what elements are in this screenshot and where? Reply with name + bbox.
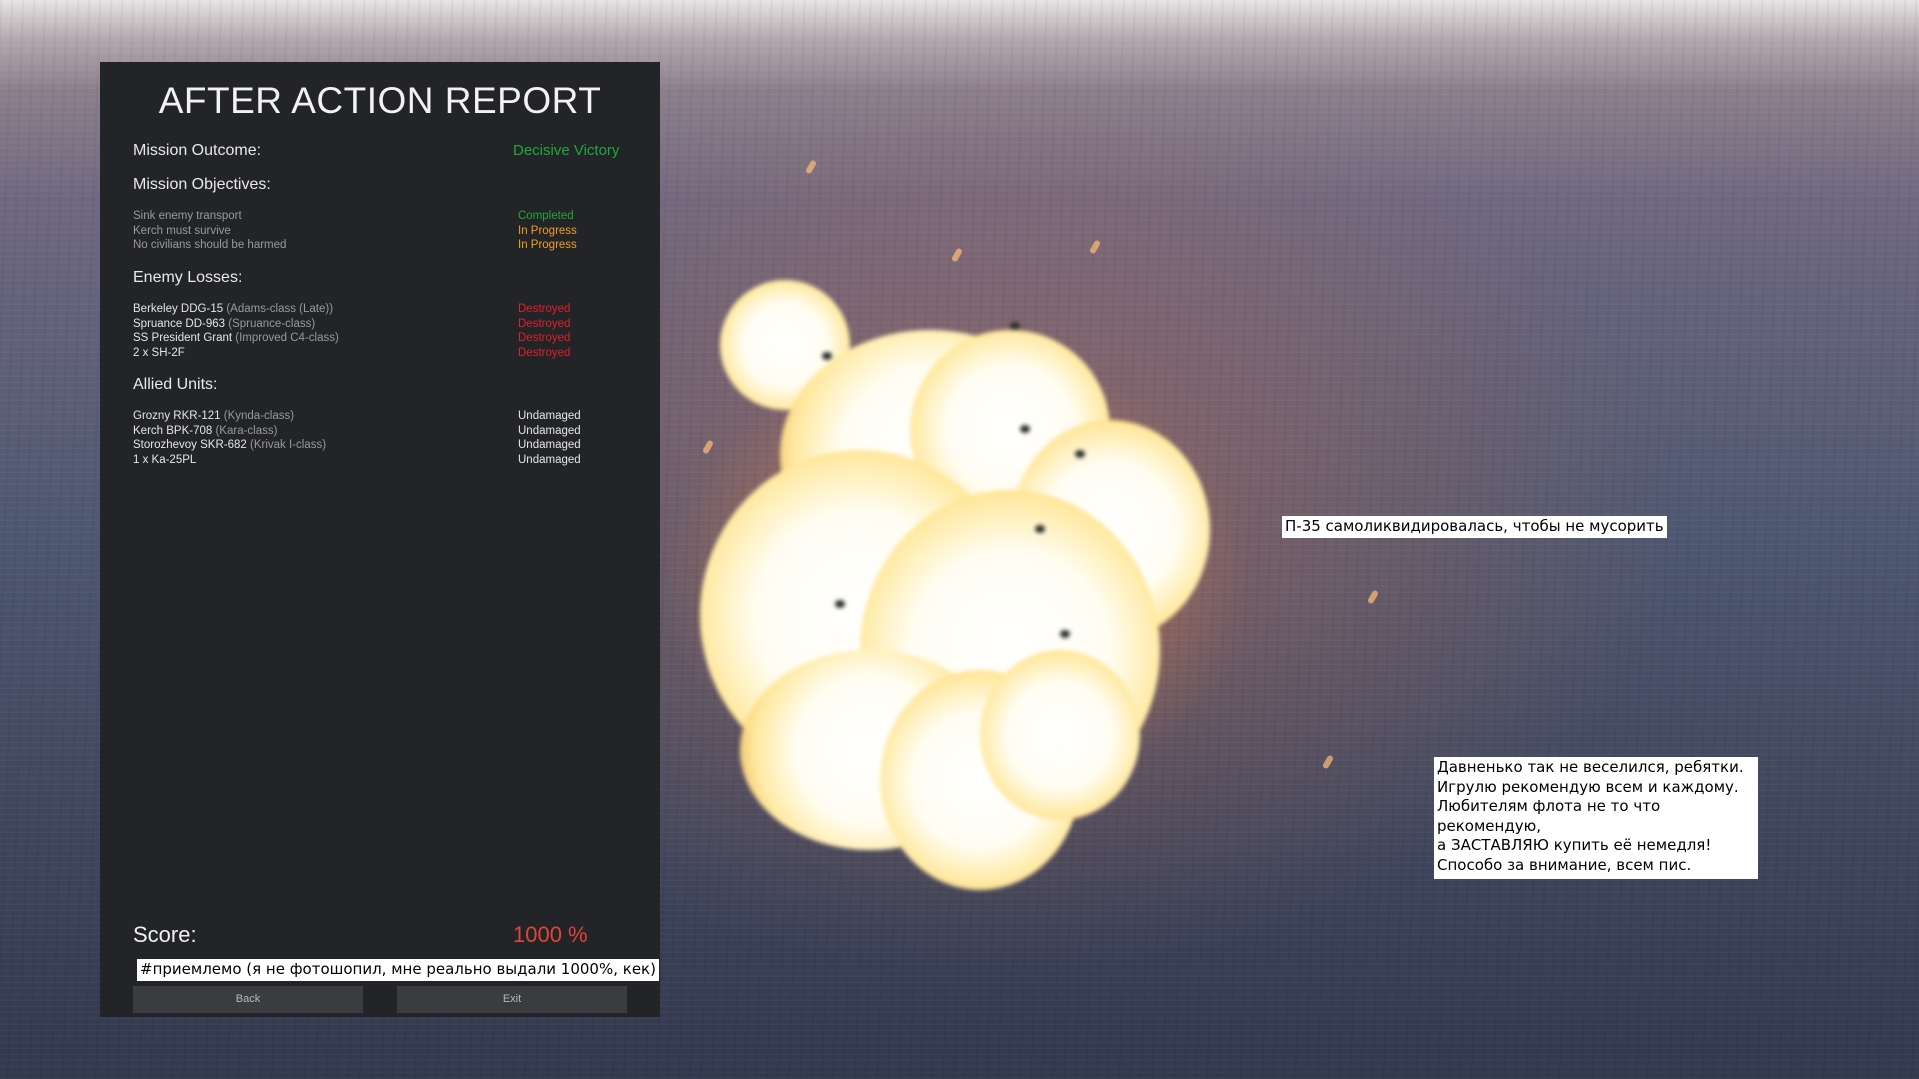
- list-item: Berkeley DDG-15 (Adams-class (Late)) Des…: [133, 303, 571, 315]
- objectives-list: Sink enemy transport Completed Kerch mus…: [133, 209, 613, 253]
- score-value: 1000 %: [513, 922, 588, 947]
- score-label: Score:: [133, 922, 197, 947]
- list-item: No civilians should be harmed In Progres…: [133, 239, 577, 251]
- list-item: 2 x SH-2F Destroyed: [133, 346, 571, 359]
- explosion: [680, 270, 1240, 890]
- review-caption: Давненько так не веселился, ребятки. Игр…: [1434, 757, 1758, 879]
- enemy-losses-label: Enemy Losses:: [133, 269, 243, 286]
- list-item: Spruance DD-963 (Spruance-class) Destroy…: [133, 317, 571, 330]
- back-button[interactable]: Back: [133, 986, 363, 1013]
- enemy-losses-list: Berkeley DDG-15 (Adams-class (Late)) Des…: [133, 302, 613, 360]
- score-caption: #приемлемо (я не фотошопил, мне реально …: [137, 959, 659, 981]
- allied-units-label: Allied Units:: [133, 376, 218, 393]
- allied-units-list: Grozny RKR-121 (Kynda-class) Undamaged K…: [133, 409, 613, 467]
- list-item: Grozny RKR-121 (Kynda-class) Undamaged: [133, 410, 581, 422]
- list-item: Kerch BPK-708 (Kara-class) Undamaged: [133, 424, 581, 437]
- exit-button[interactable]: Exit: [397, 986, 627, 1013]
- list-item: 1 x Ka-25PL Undamaged: [133, 453, 581, 466]
- mission-outcome-value: Decisive Victory: [513, 142, 620, 159]
- after-action-report-panel: AFTER ACTION REPORT Mission Outcome: Dec…: [100, 62, 660, 1017]
- mission-objectives-label: Mission Objectives:: [133, 176, 271, 193]
- list-item: SS President Grant (Improved C4-class) D…: [133, 332, 571, 344]
- missile-caption: П-35 самоликвидировалась, чтобы не мусор…: [1282, 516, 1667, 538]
- list-item: Kerch must survive In Progress: [133, 224, 577, 237]
- report-title: AFTER ACTION REPORT: [158, 80, 602, 121]
- list-item: Storozhevoy SKR-682 (Krivak I-class) Und…: [133, 439, 581, 451]
- mission-outcome-label: Mission Outcome:: [133, 142, 262, 159]
- list-item: Sink enemy transport Completed: [133, 210, 574, 222]
